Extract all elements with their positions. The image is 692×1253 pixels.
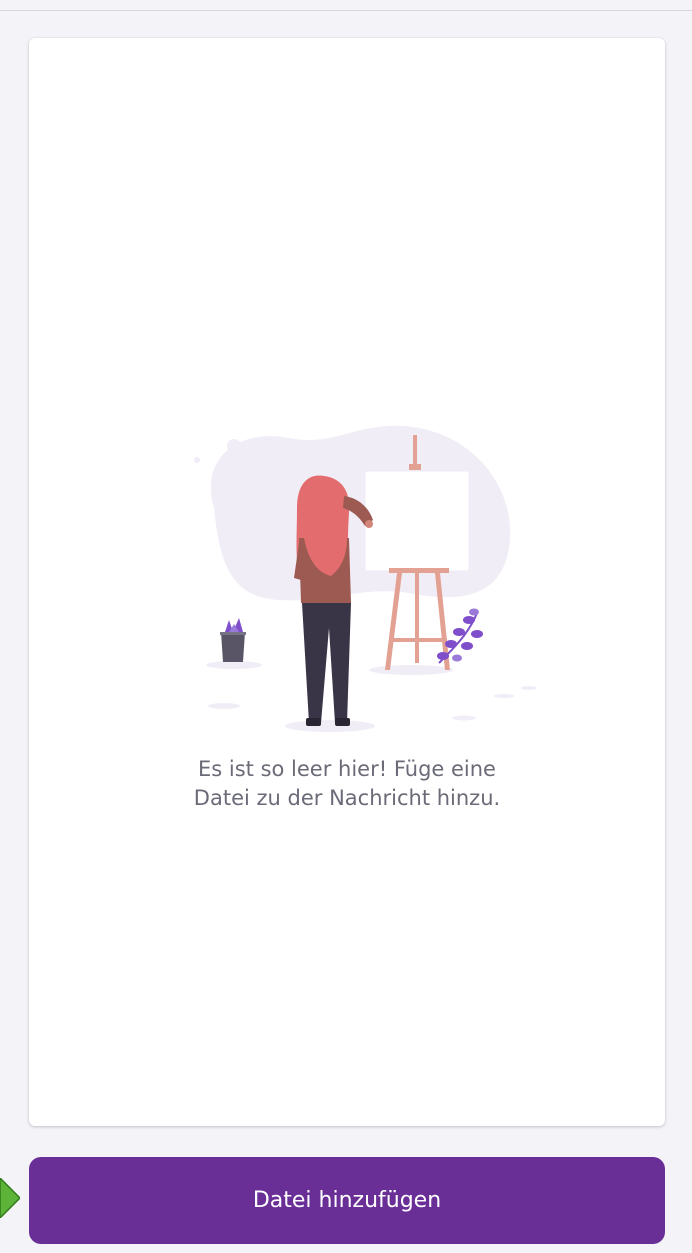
cursor-pointer-icon (0, 1178, 20, 1218)
top-divider (0, 0, 692, 11)
woman-painting-easel-icon (194, 425, 537, 732)
add-file-button[interactable]: Datei hinzufügen (29, 1157, 665, 1244)
attachments-card: Es ist so leer hier! Füge eine Datei zu … (29, 38, 665, 1126)
empty-state-message: Es ist so leer hier! Füge eine Datei zu … (193, 757, 501, 810)
